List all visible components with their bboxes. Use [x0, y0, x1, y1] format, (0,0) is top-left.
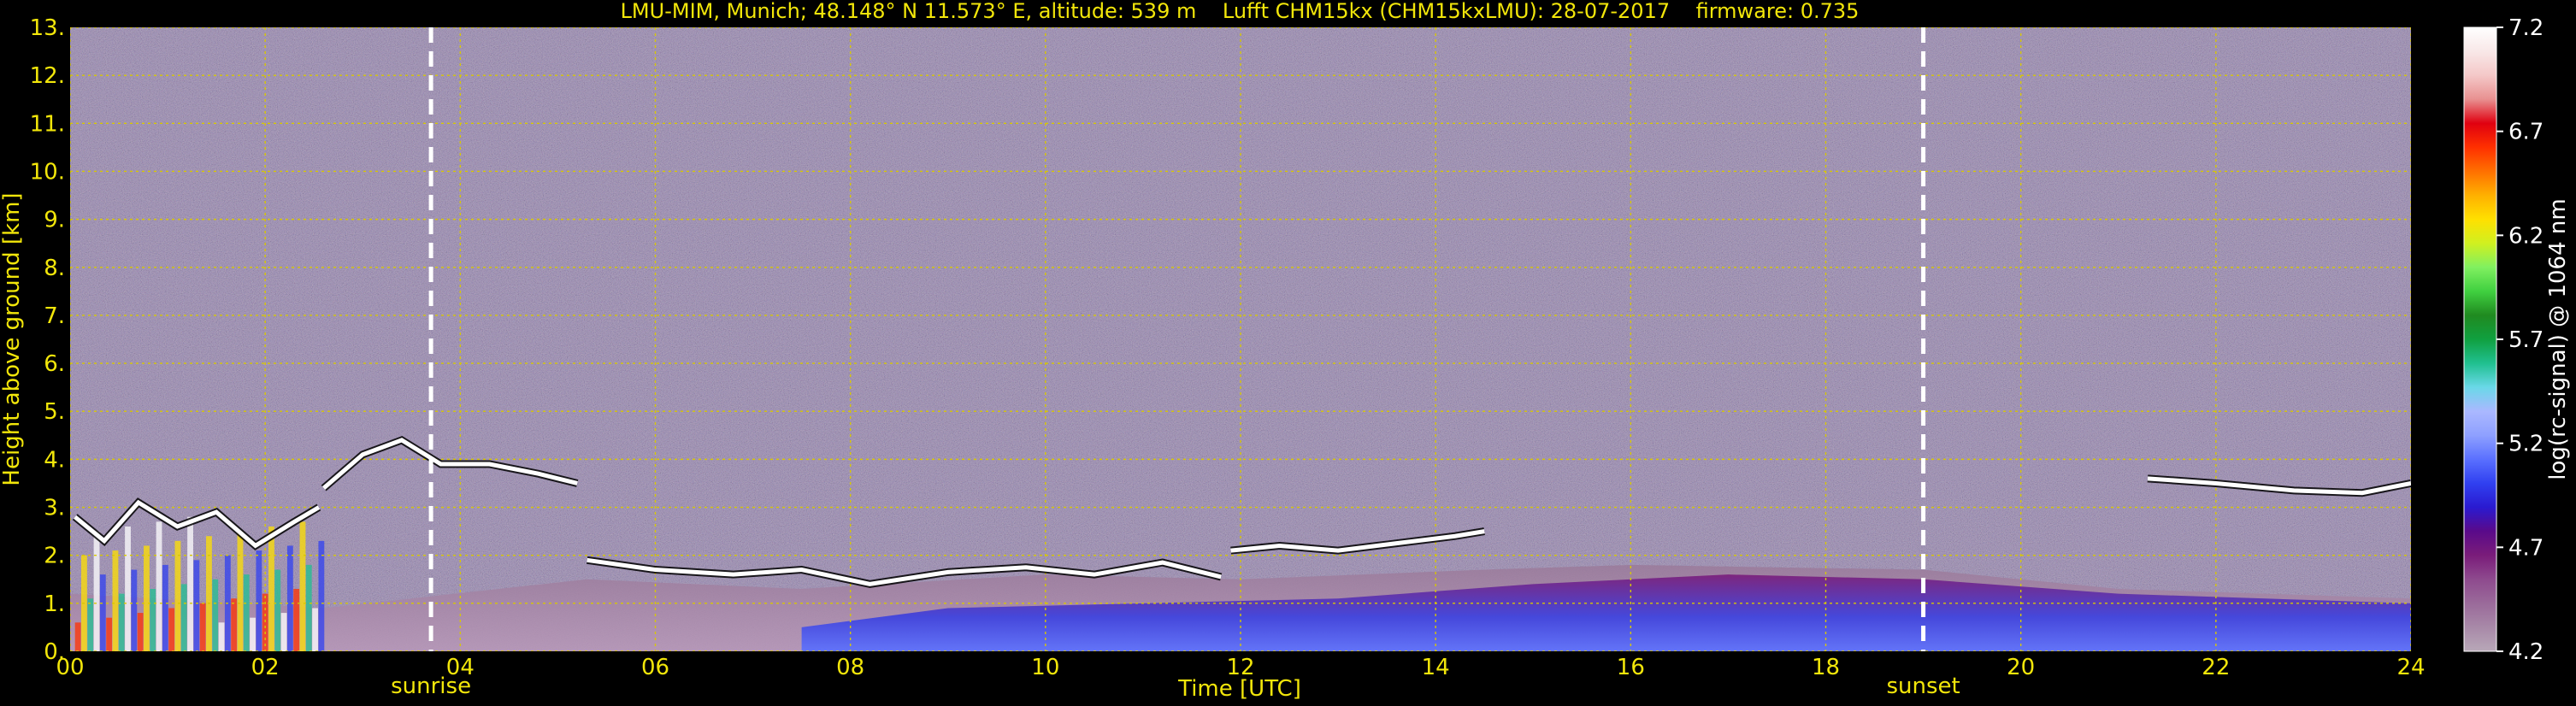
- y-tick-label: 10.: [30, 159, 65, 185]
- signal-column: [99, 574, 106, 651]
- signal-column: [206, 536, 212, 651]
- y-tick-labels: 0.1.2.3.4.5.6.7.8.9.10.11.12.13.: [30, 15, 65, 665]
- x-tick-label: 08: [836, 655, 864, 680]
- signal-column: [112, 550, 119, 651]
- y-tick-label: 5.: [44, 399, 65, 425]
- y-axis-label: Height above ground [km]: [0, 192, 25, 485]
- plot-area: [70, 27, 2411, 651]
- colorbar-scale: [2463, 26, 2497, 652]
- x-tick-label: 10: [1031, 655, 1059, 680]
- signal-column: [268, 527, 274, 651]
- y-tick-label: 12.: [30, 63, 65, 89]
- signal-column: [318, 540, 325, 651]
- x-tick-label: 16: [1617, 655, 1645, 680]
- signal-column: [237, 531, 244, 651]
- signal-column: [299, 521, 306, 651]
- colorbar: 4.2 4.7 5.2 5.7 6.2 6.7 7.2 log(rc-signal) @ 1…: [2463, 15, 2571, 665]
- signal-column: [187, 516, 193, 651]
- sunrise-label: sunrise: [391, 674, 471, 699]
- signal-column: [180, 584, 187, 651]
- signal-column: [286, 545, 293, 651]
- signal-column: [274, 569, 281, 651]
- signal-column: [280, 613, 287, 651]
- signal-column: [218, 622, 225, 651]
- colorbar-tick-label: 5.7: [2508, 327, 2544, 353]
- signal-column: [250, 617, 256, 651]
- signal-column: [106, 617, 113, 651]
- ceilometer-plot: LMU-MIM, Munich; 48.148° N 11.573° E, al…: [0, 0, 2571, 702]
- signal-column: [174, 540, 181, 651]
- x-tick-label: 24: [2396, 655, 2425, 680]
- signal-column: [118, 593, 125, 651]
- colorbar-ticks: 4.2 4.7 5.2 5.7 6.2 6.7 7.2: [2496, 15, 2544, 665]
- x-tick-label: 06: [641, 655, 669, 680]
- sunset-label: sunset: [1886, 674, 1960, 699]
- colorbar-tick-label: 4.2: [2508, 639, 2544, 665]
- signal-column: [87, 598, 94, 651]
- signal-column: [305, 564, 312, 651]
- colorbar-label: log(rc-signal) @ 1064 nm: [2545, 198, 2571, 479]
- y-tick-label: 7.: [44, 303, 65, 329]
- signal-column: [293, 589, 300, 651]
- colorbar-tick-label: 5.2: [2508, 432, 2544, 457]
- signal-column: [150, 589, 156, 651]
- signal-column: [212, 579, 219, 651]
- signal-column: [168, 608, 175, 651]
- signal-column: [162, 564, 168, 651]
- x-tick-label: 22: [2202, 655, 2230, 680]
- signal-column: [156, 521, 162, 651]
- y-tick-label: 9.: [44, 208, 65, 233]
- y-tick-label: 8.: [44, 256, 65, 281]
- signal-column: [231, 598, 238, 651]
- signal-column: [243, 574, 250, 651]
- chart-title: LMU-MIM, Munich; 48.148° N 11.573° E, al…: [621, 0, 1860, 23]
- x-tick-label: 12: [1226, 655, 1254, 680]
- colorbar-tick-label: 7.2: [2508, 15, 2544, 41]
- colorbar-tick-label: 6.7: [2508, 120, 2544, 145]
- signal-column: [312, 608, 318, 651]
- y-tick-label: 13.: [30, 15, 65, 41]
- signal-column: [193, 560, 200, 651]
- colorbar-tick-label: 6.2: [2508, 223, 2544, 249]
- signal-column: [125, 527, 131, 651]
- signal-column: [93, 531, 100, 651]
- signal-column: [137, 613, 144, 651]
- y-tick-label: 6.: [44, 351, 65, 377]
- y-tick-label: 11.: [30, 111, 65, 137]
- x-tick-label: 00: [56, 655, 84, 680]
- colorbar-tick-label: 4.7: [2508, 535, 2544, 561]
- x-tick-label: 02: [251, 655, 280, 680]
- y-tick-label: 1.: [44, 591, 65, 617]
- y-tick-label: 2.: [44, 544, 65, 569]
- signal-column: [199, 603, 206, 651]
- x-tick-label: 20: [2007, 655, 2035, 680]
- x-tick-label: 14: [1422, 655, 1450, 680]
- signal-column: [144, 545, 150, 651]
- y-tick-label: 4.: [44, 447, 65, 473]
- x-tick-label: 18: [1812, 655, 1840, 680]
- signal-column: [74, 622, 81, 651]
- y-tick-label: 3.: [44, 496, 65, 521]
- signal-column: [256, 550, 262, 651]
- sun-marker-labels: sunrise sunset: [391, 674, 1960, 699]
- signal-column: [131, 569, 138, 651]
